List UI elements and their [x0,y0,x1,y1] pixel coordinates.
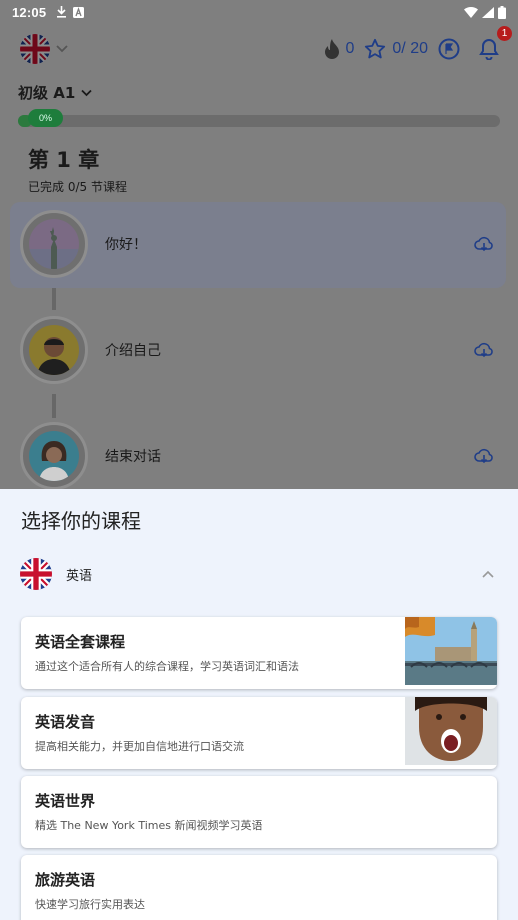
chevron-up-icon[interactable] [482,570,494,578]
chat-icon[interactable] [438,38,460,60]
statue-of-liberty-image [29,219,79,269]
chapter-progress-text: 已完成 0/5 节课程 [28,180,127,194]
lesson-title: 结束对话 [105,449,161,465]
stars-counter[interactable]: 0/ 20 [364,38,428,60]
lesson-item[interactable]: 结束对话 [20,422,500,490]
app-notification-icon [73,6,85,18]
language-switcher[interactable] [20,34,68,64]
course-title: 英语全套课程 [35,633,126,651]
course-description: 提高相关能力，并更加自信地进行口语交流 [35,740,244,753]
cloud-download-icon[interactable] [474,236,494,252]
chevron-down-icon [81,89,92,96]
streak-counter[interactable]: 0 [324,39,355,59]
status-bar: 12:05 [0,0,518,24]
course-title: 英语发音 [35,713,96,731]
course-selection-sheet: 选择你的课程 英语 英语全套课程 通过这个适合所有人的综合课程，学习英语词汇和语… [0,489,518,920]
course-card[interactable]: 英语发音 提高相关能力，并更加自信地进行口语交流 [21,697,497,769]
level-selector[interactable]: 初级 A1 [18,82,92,103]
course-description: 通过这个适合所有人的综合课程，学习英语词汇和语法 [35,660,299,673]
lesson-item[interactable]: 你好！ [20,210,500,278]
star-icon [365,38,386,59]
lesson-avatar [20,316,88,384]
stars-count: 0/ 20 [392,40,428,57]
lesson-avatar [20,422,88,490]
level-label: 初级 A1 [18,84,76,102]
battery-icon [498,5,506,19]
chevron-down-icon [56,45,68,53]
lesson-connector [52,288,56,310]
bell-icon [479,38,499,60]
lesson-avatar [20,210,88,278]
level-progress-bar: 0% [18,109,500,127]
course-card[interactable]: 英语全套课程 通过这个适合所有人的综合课程，学习英语词汇和语法 [21,617,497,689]
cloud-download-icon[interactable] [474,342,494,358]
lesson-item[interactable]: 介绍自己 [20,316,500,384]
lesson-title: 你好！ [105,237,147,253]
uk-flag-icon [20,34,50,64]
top-app-bar: 0 0/ 20 1 [0,24,518,74]
notification-badge: 1 [497,26,512,41]
download-icon [57,6,67,18]
london-bridge-thumbnail [405,617,497,685]
uk-flag-icon [20,558,52,590]
language-row-english[interactable]: 英语 [20,557,500,591]
sheet-title: 选择你的课程 [21,509,141,533]
notifications-button[interactable]: 1 [476,26,512,62]
lesson-connector [52,394,56,418]
course-title: 英语世界 [35,792,96,810]
lesson-title: 介绍自己 [105,343,161,359]
course-card[interactable]: 英语世界 精选 The New York Times 新闻视频学习英语 [21,776,497,848]
cloud-download-icon[interactable] [474,448,494,464]
signal-icon [482,6,494,18]
streak-count: 0 [345,40,355,57]
chapter-title: 第 1 章 [28,148,100,172]
course-description: 精选 The New York Times 新闻视频学习英语 [35,819,263,832]
course-title: 旅游英语 [35,871,96,889]
wifi-icon [464,6,478,18]
woman-shouting-thumbnail [405,697,497,765]
man-portrait-image [29,325,79,375]
language-name: 英语 [66,568,93,584]
course-card[interactable]: 旅游英语 快速学习旅行实用表达 [21,855,497,920]
course-description: 快速学习旅行实用表达 [35,898,145,911]
status-time: 12:05 [12,4,47,20]
woman-portrait-image [29,431,79,481]
flame-icon [324,39,339,59]
progress-label: 0% [28,109,64,127]
